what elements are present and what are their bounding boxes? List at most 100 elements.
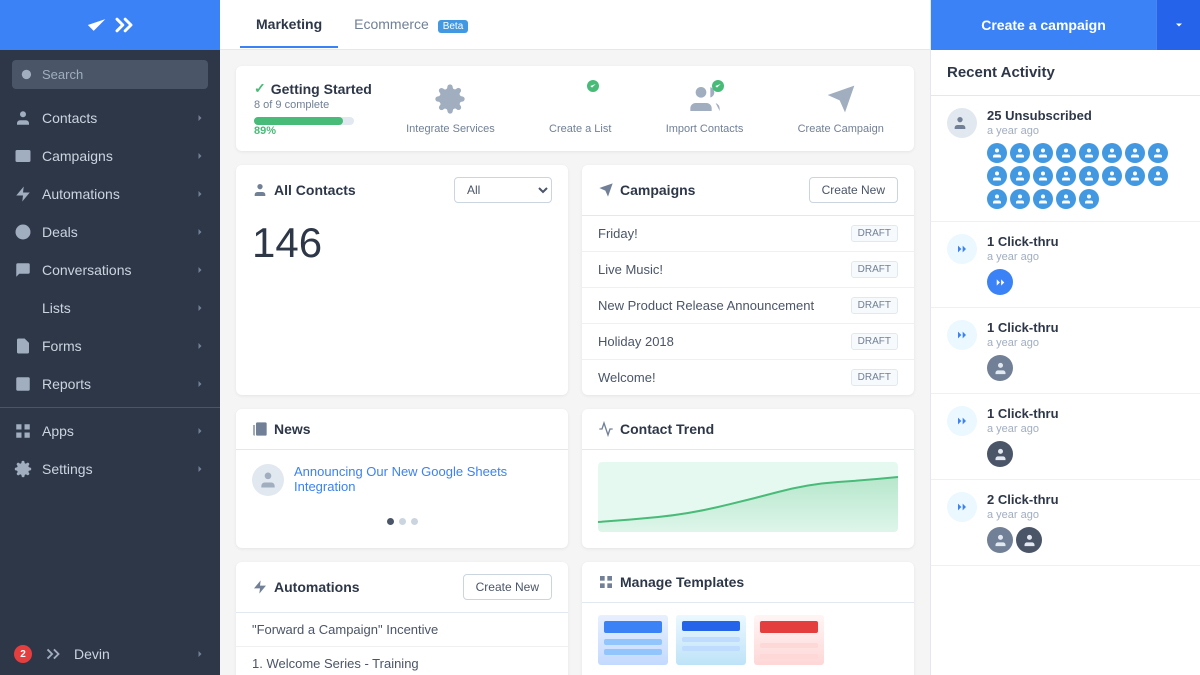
all-contacts-icon [252,182,268,198]
campaign-item[interactable]: New Product Release Announcement DRAFT [582,288,914,324]
apps-icon [14,422,32,440]
avatar-icon [991,170,1003,182]
chevron-right-icon [194,112,206,124]
mini-avatar [1010,166,1030,186]
sidebar-item-deals[interactable]: Deals [0,213,220,251]
mini-avatar [1033,189,1053,209]
forms-icon [14,337,32,355]
activity-time: a year ago [987,509,1184,521]
template-thumb[interactable] [754,615,824,665]
progress-bar-fill [254,117,343,125]
automation-item[interactable]: "Forward a Campaign" Incentive [236,613,568,647]
create-campaign-main-btn[interactable]: Create a campaign [931,0,1156,50]
activity-item: 1 Click-thru a year ago [931,394,1200,480]
mini-avatar [1056,189,1076,209]
gs-step-icon-wrap [825,83,857,118]
contact-trend-card: Contact Trend [582,409,914,548]
user-photo [987,441,1013,467]
user-photo [1016,527,1042,553]
campaign-item[interactable]: Welcome! DRAFT [582,360,914,395]
activity-content: 1 Click-thru a year ago [987,234,1184,295]
sidebar-item-apps[interactable]: Apps [0,412,220,450]
chevron-right-icon [194,150,206,162]
news-article-link[interactable]: Announcing Our New Google Sheets Integra… [294,464,552,494]
automation-item[interactable]: 1. Welcome Series - Training [236,647,568,675]
avatar-icon [1037,193,1049,205]
mini-avatar [1079,143,1099,163]
manage-templates-header: Manage Templates [582,562,914,603]
mini-avatar [987,189,1007,209]
news-dot[interactable] [387,518,394,525]
activity-icon [947,234,977,264]
automations-title: Automations [252,579,360,595]
campaigns-header: Campaigns Create New [582,165,914,216]
campaigns-card-icon [598,182,614,198]
search-input[interactable] [12,60,208,89]
sidebar-item-reports[interactable]: Reports [0,365,220,403]
all-contacts-header: All Contacts All This Week This Month [236,165,568,215]
progress-bar-bg [254,117,354,125]
chevron-right-icon [194,264,206,276]
campaign-item[interactable]: Holiday 2018 DRAFT [582,324,914,360]
gs-step-import[interactable]: Import Contacts [666,83,744,135]
tab-ecommerce[interactable]: Ecommerce Beta [338,2,484,48]
campaigns-list: Friday! DRAFT Live Music! DRAFT New Prod… [582,216,914,395]
gs-step-integrate[interactable]: Integrate Services [406,83,495,135]
activity-content: 25 Unsubscribed a year ago [987,108,1184,209]
template-thumb[interactable] [676,615,746,665]
chevron-right-icon [194,302,206,314]
campaign-item[interactable]: Live Music! DRAFT [582,252,914,288]
avatar-icon [1014,193,1026,205]
sidebar-logo[interactable] [0,0,220,50]
create-campaign-btn[interactable]: Create New [809,177,898,203]
draft-badge: DRAFT [851,261,898,278]
mini-avatar [1079,166,1099,186]
single-avatar [987,269,1013,295]
mini-avatar [1125,143,1145,163]
user-photo [987,355,1013,381]
campaigns-card: Campaigns Create New Friday! DRAFT Live … [582,165,914,395]
draft-badge: DRAFT [851,225,898,242]
sidebar-item-campaigns[interactable]: Campaigns [0,137,220,175]
activity-list: 25 Unsubscribed a year ago [931,96,1200,675]
sidebar-item-contacts[interactable]: Contacts [0,99,220,137]
lists-icon [14,299,32,317]
contacts-filter[interactable]: All This Week This Month [454,177,552,203]
all-contacts-title: All Contacts [252,182,356,198]
nav-toggle-icon [110,11,138,39]
create-automation-btn[interactable]: Create New [463,574,552,600]
settings-icon [14,460,32,478]
news-dot[interactable] [399,518,406,525]
click-icon [954,413,970,429]
automations-templates-row: Automations Create New "Forward a Campai… [236,562,914,675]
template-thumb[interactable] [598,615,668,665]
campaign-item[interactable]: Friday! DRAFT [582,216,914,252]
reports-icon [14,375,32,393]
automations-icon [14,185,32,203]
avatar-icon [1060,147,1072,159]
create-campaign-dropdown-btn[interactable] [1156,0,1200,50]
main-content: Marketing Ecommerce Beta ✓ Getting Start… [220,0,930,675]
gs-step-list[interactable]: Create a List [549,83,611,135]
avatar-icon [1060,170,1072,182]
sidebar-user[interactable]: 2 Devin [0,633,220,675]
sidebar-item-conversations[interactable]: Conversations [0,251,220,289]
sidebar-item-automations[interactable]: Automations [0,175,220,213]
sidebar-item-forms[interactable]: Forms [0,327,220,365]
tab-marketing[interactable]: Marketing [240,2,338,48]
sidebar-item-settings[interactable]: Settings [0,450,220,488]
draft-badge: DRAFT [851,297,898,314]
user-avatar-icon [993,533,1008,548]
avatar-icon [1152,147,1164,159]
mini-avatar [1148,166,1168,186]
sidebar-item-lists[interactable]: Lists [0,289,220,327]
campaigns-icon [14,147,32,165]
activity-title: 1 Click-thru [987,320,1184,335]
avatar-icon [991,147,1003,159]
news-dot[interactable] [411,518,418,525]
activity-time: a year ago [987,125,1184,137]
mini-avatar [1010,189,1030,209]
search-container [0,50,220,99]
click-icon [954,499,970,515]
gs-step-campaign[interactable]: Create Campaign [798,83,884,135]
